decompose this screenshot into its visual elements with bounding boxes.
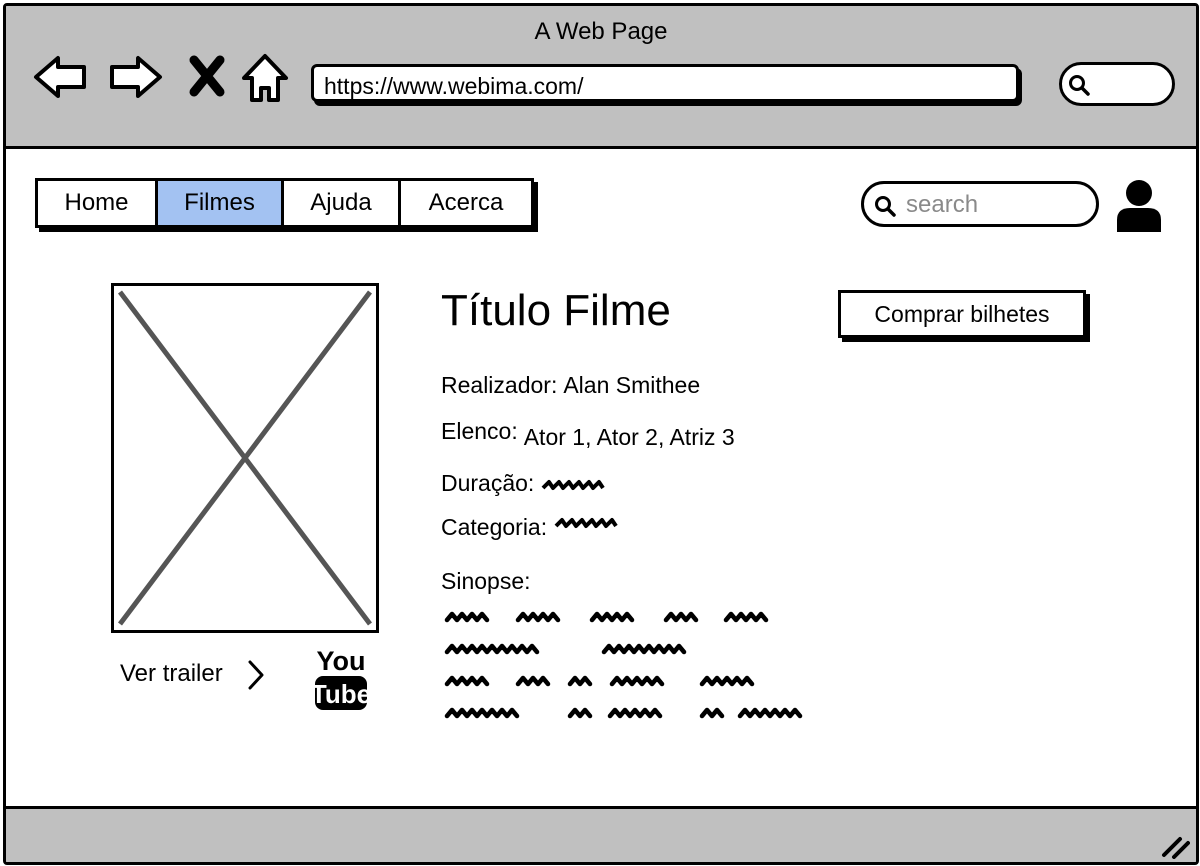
status-bar [6, 806, 1196, 862]
movie-title: Título Filme [441, 286, 671, 335]
browser-search-box[interactable] [1059, 62, 1175, 106]
youtube-logo[interactable]: You Tube [312, 644, 370, 712]
synopsis-label: Sinopse: [441, 568, 531, 594]
redacted-text [554, 517, 618, 528]
address-bar[interactable]: https://www.webima.com/ [311, 64, 1019, 102]
user-icon[interactable] [1114, 178, 1164, 234]
duration-label: Duração: [441, 470, 535, 496]
window-title: A Web Page [534, 18, 668, 45]
chevron-right-icon[interactable] [246, 658, 266, 692]
director-row: Realizador: Alan Smithee [441, 372, 700, 399]
redacted-text [541, 479, 605, 490]
svg-text:You: You [317, 646, 366, 676]
director-label: Realizador: [441, 372, 558, 398]
site-nav: Home Filmes Ajuda Acerca [35, 178, 534, 228]
site-search-box [861, 181, 1099, 227]
trailer-link[interactable]: Ver trailer [120, 660, 223, 688]
search-input[interactable] [904, 188, 1088, 222]
tab-acerca[interactable]: Acerca [401, 181, 531, 225]
image-placeholder-icon [118, 290, 372, 626]
browser-window: A Web Page https://www.webima.com/ Home … [3, 3, 1199, 865]
tab-home[interactable]: Home [38, 181, 158, 225]
back-arrow-icon[interactable] [32, 48, 90, 106]
tab-filmes[interactable]: Filmes [158, 181, 284, 225]
search-icon [1069, 75, 1090, 96]
movie-poster-placeholder [111, 283, 379, 633]
browser-toolbar: A Web Page https://www.webima.com/ [6, 6, 1196, 149]
resize-handle-icon[interactable] [1160, 833, 1190, 859]
forward-arrow-icon[interactable] [106, 48, 164, 106]
buy-tickets-button[interactable]: Comprar bilhetes [838, 290, 1086, 338]
svg-text:Tube: Tube [312, 679, 370, 709]
cast-row: Elenco: Ator 1, Ator 2, Atriz 3 [441, 418, 735, 450]
duration-row: Duração: [441, 470, 607, 497]
close-icon[interactable] [178, 48, 236, 106]
category-label: Categoria: [441, 514, 548, 540]
search-icon [875, 196, 896, 217]
director-value: Alan Smithee [563, 372, 701, 398]
cast-label: Elenco: [441, 418, 518, 444]
home-icon[interactable] [236, 48, 294, 106]
tab-ajuda[interactable]: Ajuda [284, 181, 401, 225]
synopsis-redacted-text [444, 611, 803, 719]
category-row: Categoria: [441, 514, 620, 541]
cast-value: Ator 1, Ator 2, Atriz 3 [523, 424, 735, 450]
